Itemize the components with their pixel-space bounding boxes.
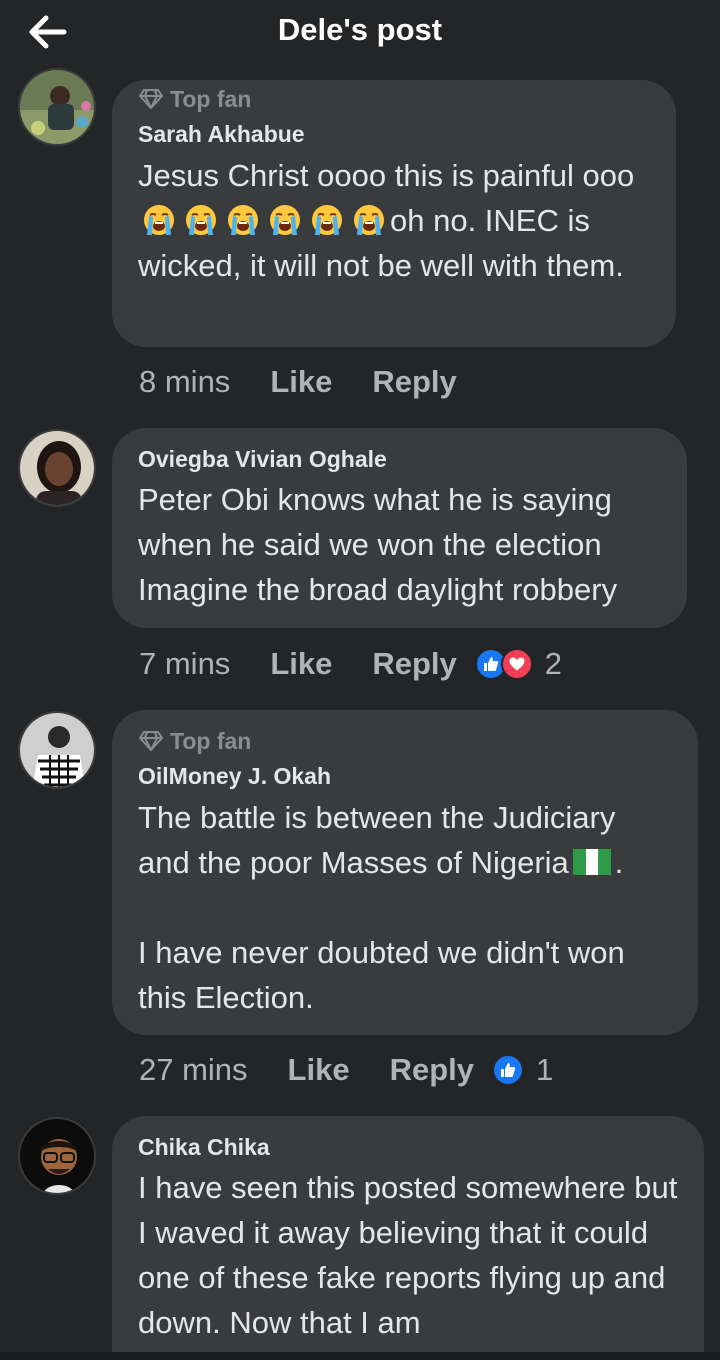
top-fan-badge: Top fan [138, 84, 650, 114]
loudly-crying-face-icon [352, 203, 386, 237]
top-fan-badge: Top fan [138, 726, 672, 756]
avatar[interactable] [18, 429, 96, 507]
comment-time: 7 mins [139, 646, 231, 681]
comment-time: 8 mins [139, 364, 231, 399]
comment-bubble[interactable]: Top fan OilMoney J. Okah The battle is b… [112, 710, 698, 1035]
comment-text: The battle is between the Judiciary and … [138, 795, 672, 1020]
comment-text: Jesus Christ oooo this is painful ooooh … [138, 153, 650, 288]
loudly-crying-face-icon [226, 203, 260, 237]
badge-label: Top fan [170, 727, 252, 754]
diamond-icon [139, 731, 163, 751]
love-reaction-icon [500, 648, 533, 680]
like-button[interactable]: Like [270, 646, 332, 682]
comment-text: Peter Obi knows what he is saying when h… [138, 482, 618, 607]
comment-author[interactable]: Sarah Akhabue [138, 119, 650, 149]
loudly-crying-face-icon [142, 203, 176, 237]
loudly-crying-face-icon [268, 203, 302, 237]
page-title: Dele's post [277, 12, 443, 47]
loudly-crying-face-icon [310, 203, 344, 237]
comment-actions: 27 mins Like Reply 1 [139, 1050, 553, 1090]
comment-text-part: I have never doubted we didn't won this … [138, 935, 625, 1015]
comment-author[interactable]: Chika Chika [138, 1132, 678, 1162]
comment-text-part: . [614, 845, 624, 880]
reactions-summary[interactable]: 2 [474, 646, 563, 682]
reply-button[interactable]: Reply [372, 364, 456, 400]
reaction-count: 1 [536, 1052, 554, 1087]
emoji-group [138, 203, 390, 238]
reply-button[interactable]: Reply [372, 646, 456, 682]
header-bar: Dele's post [0, 0, 720, 66]
loudly-crying-face-icon [184, 203, 218, 237]
comment-time: 27 mins [139, 1052, 248, 1087]
comment-actions: 7 mins Like Reply 2 [139, 644, 562, 684]
comment-text-part: Jesus Christ oooo this is painful ooo [138, 158, 635, 193]
comment-text-part: The battle is between the Judiciary and … [138, 800, 616, 880]
nigeria-flag-icon [572, 842, 611, 875]
bottom-edge [0, 1352, 720, 1360]
comment-author[interactable]: Oviegba Vivian Oghale [138, 444, 661, 474]
comment-author[interactable]: OilMoney J. Okah [138, 761, 672, 791]
badge-label: Top fan [170, 85, 252, 112]
comment-text: I have seen this posted somewhere but I … [138, 1170, 678, 1340]
avatar[interactable] [18, 711, 96, 789]
like-reaction-icon [492, 1054, 524, 1086]
comment-bubble[interactable]: Oviegba Vivian Oghale Peter Obi knows wh… [112, 428, 687, 628]
comment-actions: 8 mins Like Reply [139, 362, 457, 402]
avatar[interactable] [18, 1117, 96, 1195]
reactions-summary[interactable]: 1 [492, 1052, 553, 1088]
like-button[interactable]: Like [270, 364, 332, 400]
like-button[interactable]: Like [288, 1052, 350, 1088]
reaction-count: 2 [544, 646, 563, 681]
reply-button[interactable]: Reply [390, 1052, 474, 1088]
comment-bubble[interactable]: Top fan Sarah Akhabue Jesus Christ oooo … [112, 80, 676, 347]
avatar[interactable] [18, 68, 96, 146]
comment-bubble[interactable]: Chika Chika I have seen this posted some… [112, 1116, 704, 1360]
diamond-icon [139, 89, 163, 109]
